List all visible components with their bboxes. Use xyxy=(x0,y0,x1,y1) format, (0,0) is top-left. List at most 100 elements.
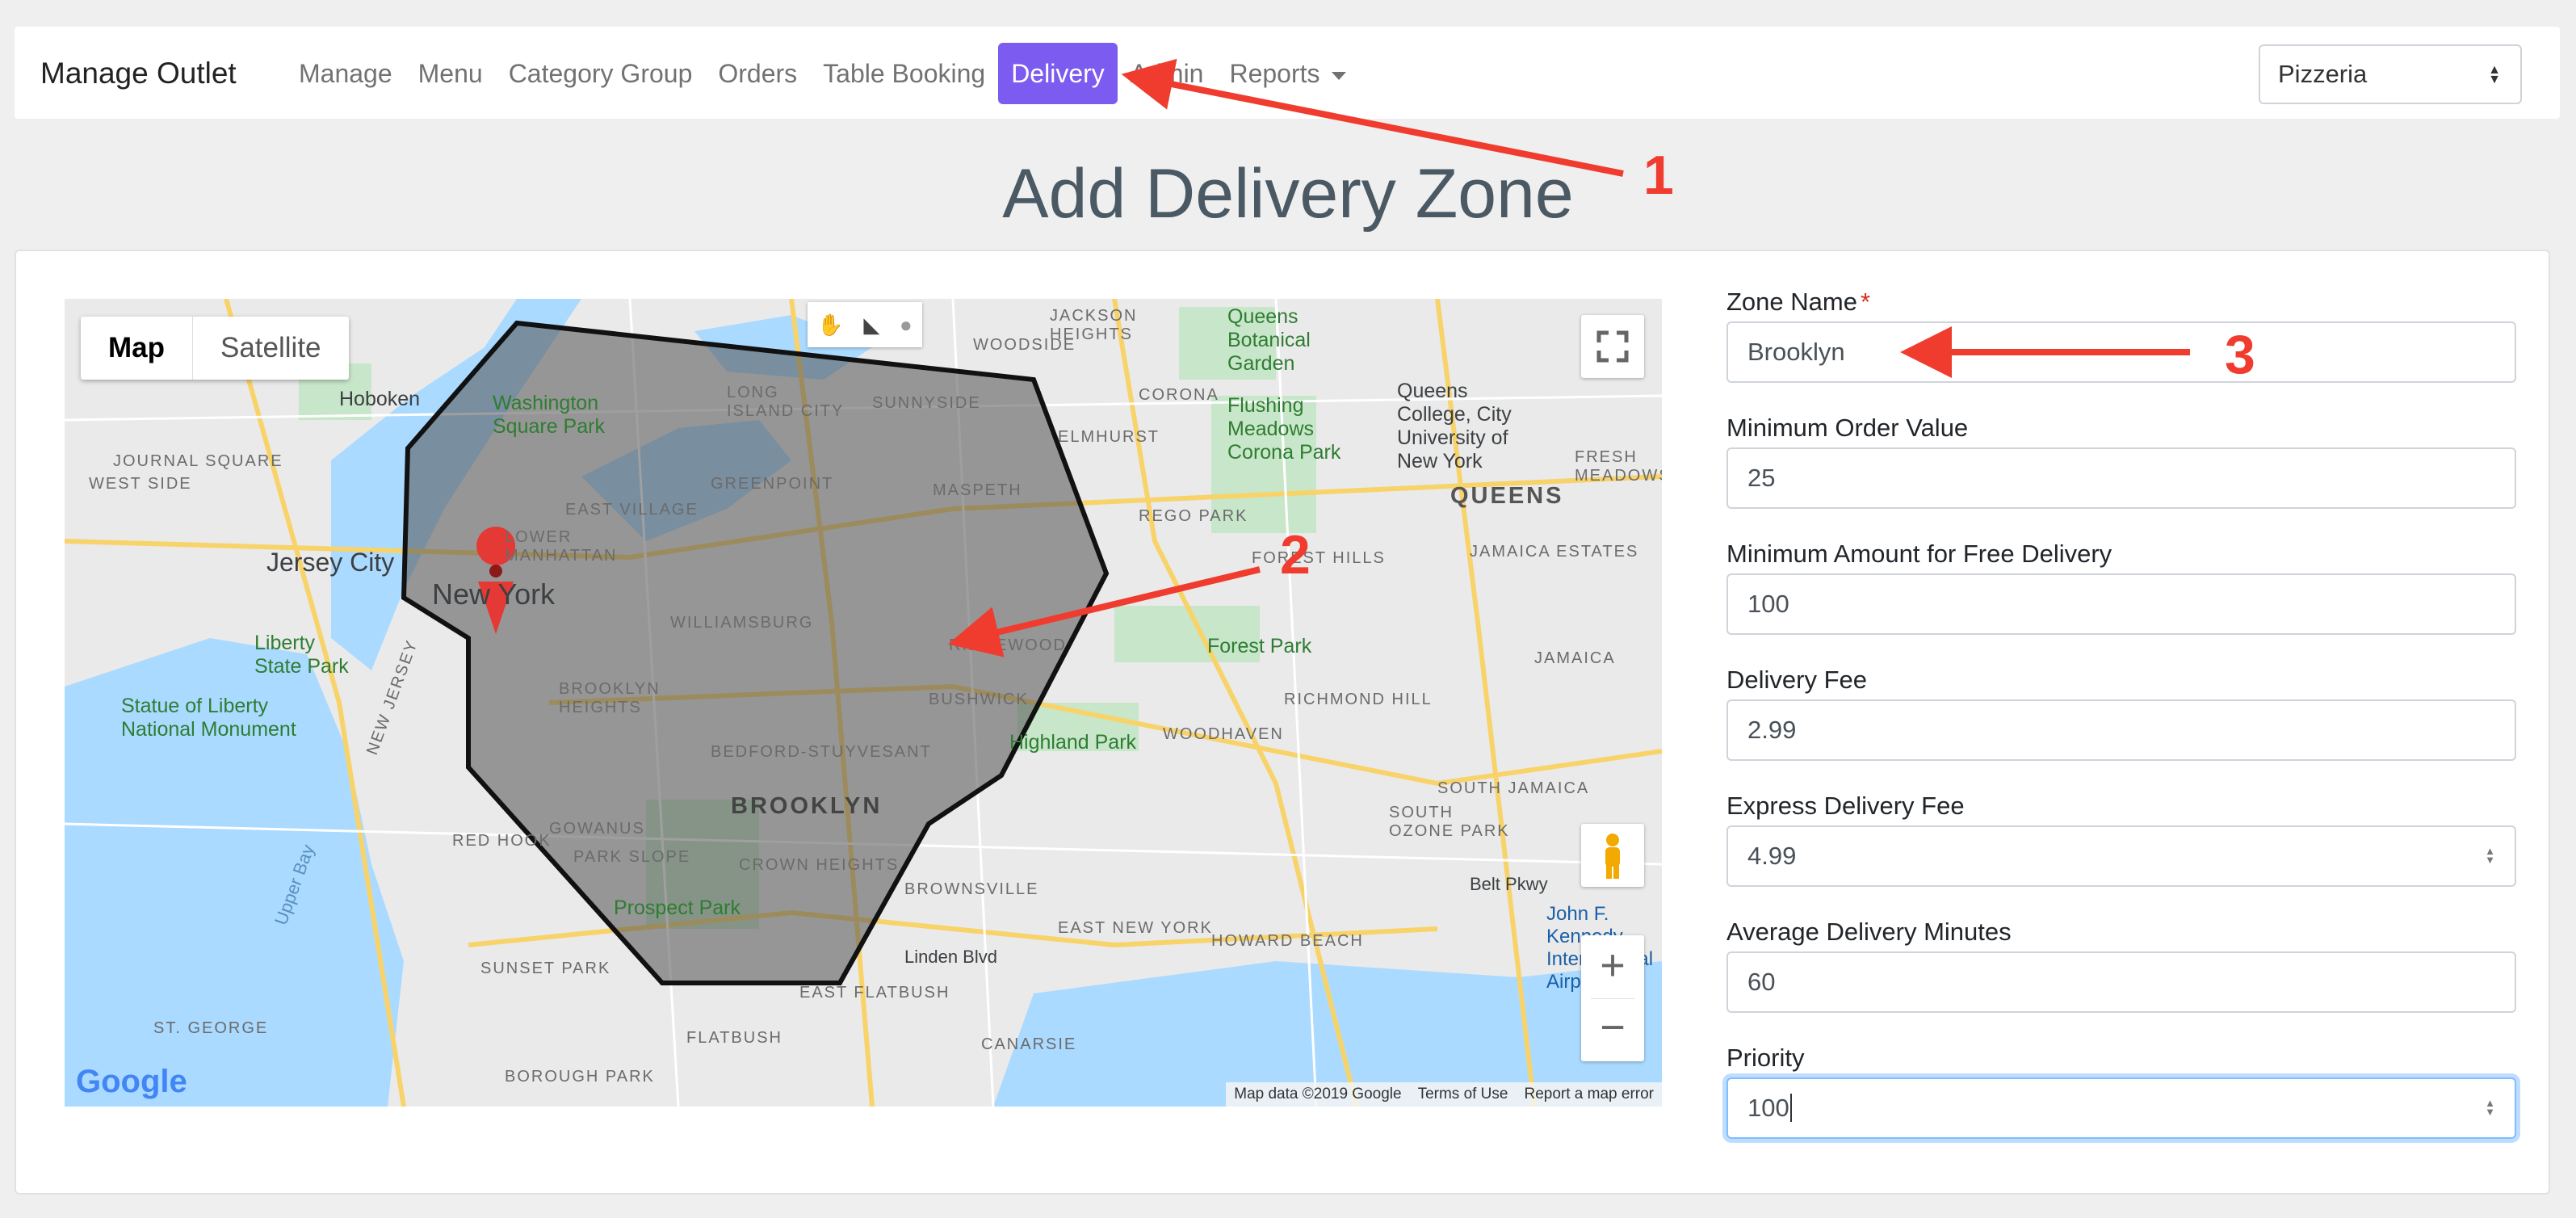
map-label-lic: LONG ISLAND CITY xyxy=(727,384,845,420)
express-fee-input[interactable]: 4.99 ▲ ▼ xyxy=(1726,825,2516,887)
avg-minutes-label: Average Delivery Minutes xyxy=(1726,918,2012,946)
page-title: Add Delivery Zone xyxy=(1002,155,1574,233)
map-type-satellite-button[interactable]: Satellite xyxy=(193,317,349,380)
delivery-zone-form: Zone Name * Brooklyn Minimum Order Value … xyxy=(1726,279,2516,1161)
delivery-fee-label: Delivery Fee xyxy=(1726,666,1867,694)
zoom-in-button[interactable]: + xyxy=(1581,935,1644,998)
map-label-crown-heights: CROWN HEIGHTS xyxy=(739,856,900,874)
priority-label: Priority xyxy=(1726,1044,1805,1072)
polygon-icon[interactable]: ◣ xyxy=(863,313,879,338)
map-label-sunnyside: SUNNYSIDE xyxy=(872,394,981,412)
drawing-tools: ✋ ◣ ● xyxy=(808,302,922,347)
map-label-gowanus: GOWANUS xyxy=(549,820,645,838)
map-label-washington-sq: Washington Square Park xyxy=(493,392,605,438)
map-label-elmhurst: ELMHURST xyxy=(1058,428,1160,446)
nav-manage[interactable]: Manage xyxy=(286,43,405,104)
express-fee-value: 4.99 xyxy=(1747,842,1797,870)
hand-icon[interactable]: ✋ xyxy=(817,313,843,338)
report-map-error-link[interactable]: Report a map error xyxy=(1524,1086,1654,1103)
map-attribution: Map data ©2019 Google Terms of Use Repor… xyxy=(1226,1082,1662,1107)
map-label-park-slope: PARK SLOPE xyxy=(573,848,691,866)
map-label-east-flatbush: EAST FLATBUSH xyxy=(799,984,950,1002)
nav-reports-dropdown[interactable]: Reports xyxy=(1216,43,1358,104)
map-label-forest-hills: FOREST HILLS xyxy=(1252,549,1386,567)
circle-icon[interactable]: ● xyxy=(900,313,913,338)
map-label-journal-square: JOURNAL SQUARE xyxy=(113,452,283,470)
map-label-linden-blvd: Linden Blvd xyxy=(904,947,997,967)
map-label-statue-of-liberty: Statue of Liberty National Monument xyxy=(121,695,296,741)
map-label-south-jamaica: SOUTH JAMAICA xyxy=(1437,779,1590,797)
delivery-fee-input[interactable]: 2.99 xyxy=(1726,699,2516,761)
map-label-queens: QUEENS xyxy=(1450,483,1564,509)
nav-delivery[interactable]: Delivery xyxy=(998,43,1118,104)
map-label-hoboken: Hoboken xyxy=(339,388,421,410)
text-cursor xyxy=(1789,1094,1792,1122)
map[interactable]: Hoboken Washington Square Park LONG ISLA… xyxy=(65,299,1662,1107)
street-view-button[interactable] xyxy=(1581,824,1644,887)
zone-name-input[interactable]: Brooklyn xyxy=(1726,321,2516,383)
map-label-maspeth: MASPETH xyxy=(933,481,1022,499)
map-label-brooklyn: BROOKLYN xyxy=(731,793,883,819)
navbar: Manage Outlet Manage Menu Category Group… xyxy=(15,27,2560,119)
map-label-east-village: EAST VILLAGE xyxy=(565,501,699,519)
zoom-out-button[interactable]: − xyxy=(1581,999,1644,1061)
map-label-bushwick: BUSHWICK xyxy=(929,691,1029,708)
map-data-credit: Map data ©2019 Google xyxy=(1234,1086,1402,1102)
nav-admin[interactable]: Admin xyxy=(1118,43,1217,104)
map-label-flushing: Flushing Meadows Corona Park xyxy=(1227,394,1341,464)
nav-orders[interactable]: Orders xyxy=(705,43,810,104)
nav-category-group[interactable]: Category Group xyxy=(496,43,706,104)
avg-minutes-input[interactable]: 60 xyxy=(1726,951,2516,1013)
map-label-queens-garden: Queens Botanical Garden xyxy=(1227,305,1311,375)
navbar-brand[interactable]: Manage Outlet xyxy=(40,57,237,90)
google-logo-text: Google xyxy=(76,1064,187,1099)
map-label-lower-manhattan: LOWER MANHATTAN xyxy=(505,528,618,565)
nav-menu[interactable]: Menu xyxy=(405,43,496,104)
min-order-input[interactable]: 25 xyxy=(1726,447,2516,509)
map-label-liberty-park: Liberty State Park xyxy=(254,632,349,678)
priority-value: 100 xyxy=(1747,1094,1789,1122)
nav-table-booking[interactable]: Table Booking xyxy=(810,43,998,104)
zone-name-label-text: Zone Name xyxy=(1726,288,1857,316)
map-label-queens-college: Queens College, City University of New Y… xyxy=(1397,380,1512,472)
priority-input[interactable]: 100 ▲ ▼ xyxy=(1726,1077,2516,1139)
map-label-bed-stuy: BEDFORD-STUYVESANT xyxy=(711,743,932,761)
map-label-highland-park: Highland Park xyxy=(1009,731,1137,754)
zone-name-group: Zone Name * Brooklyn xyxy=(1726,279,2516,405)
map-label-red-hook: RED HOOK xyxy=(452,832,552,850)
free-delivery-group: Minimum Amount for Free Delivery 100 xyxy=(1726,531,2516,657)
stepper-icon[interactable]: ▲ ▼ xyxy=(2485,846,2495,865)
google-logo: Google xyxy=(76,1064,187,1100)
map-type-control: Map Satellite xyxy=(81,317,349,380)
map-label-greenpoint: GREENPOINT xyxy=(711,475,834,493)
min-order-label: Minimum Order Value xyxy=(1726,414,1969,442)
map-label-st-george: ST. GEORGE xyxy=(153,1019,269,1037)
express-fee-label: Express Delivery Fee xyxy=(1726,792,1965,820)
delivery-fee-group: Delivery Fee 2.99 xyxy=(1726,657,2516,783)
min-order-group: Minimum Order Value 25 xyxy=(1726,405,2516,531)
fullscreen-button[interactable] xyxy=(1581,315,1644,378)
outlet-select[interactable]: Pizzeria ▲ ▼ xyxy=(2259,44,2522,104)
map-label-jackson-heights: JACKSON HEIGHTS xyxy=(1050,307,1138,343)
map-label-brownsville: BROWNSVILLE xyxy=(904,880,1039,898)
map-label-canarsie: CANARSIE xyxy=(981,1035,1077,1053)
map-label-corona: CORONA xyxy=(1139,386,1219,404)
map-label-east-new-york: EAST NEW YORK xyxy=(1058,919,1213,937)
priority-group: Priority 100 ▲ ▼ xyxy=(1726,1035,2516,1161)
map-label-jamaica: JAMAICA xyxy=(1534,649,1616,667)
free-delivery-label: Minimum Amount for Free Delivery xyxy=(1726,540,2112,568)
nav-reports-label: Reports xyxy=(1229,59,1320,88)
caret-down-icon xyxy=(1331,71,1346,80)
annotation-number-3: 3 xyxy=(2225,324,2255,385)
stepper-icon[interactable]: ▲ ▼ xyxy=(2485,1098,2495,1117)
select-arrows-icon: ▲ ▼ xyxy=(2488,63,2501,86)
express-fee-group: Express Delivery Fee 4.99 ▲ ▼ xyxy=(1726,783,2516,909)
map-label-south-ozone: SOUTH OZONE PARK xyxy=(1389,804,1510,840)
free-delivery-input[interactable]: 100 xyxy=(1726,573,2516,635)
map-label-borough-park: BOROUGH PARK xyxy=(505,1068,655,1086)
map-type-map-button[interactable]: Map xyxy=(81,317,193,380)
map-label-jamaica-estates: JAMAICA ESTATES xyxy=(1470,543,1639,561)
map-label-belt-pkwy: Belt Pkwy xyxy=(1470,874,1548,894)
terms-of-use-link[interactable]: Terms of Use xyxy=(1418,1086,1508,1103)
annotation-number-2: 2 xyxy=(1280,524,1311,586)
